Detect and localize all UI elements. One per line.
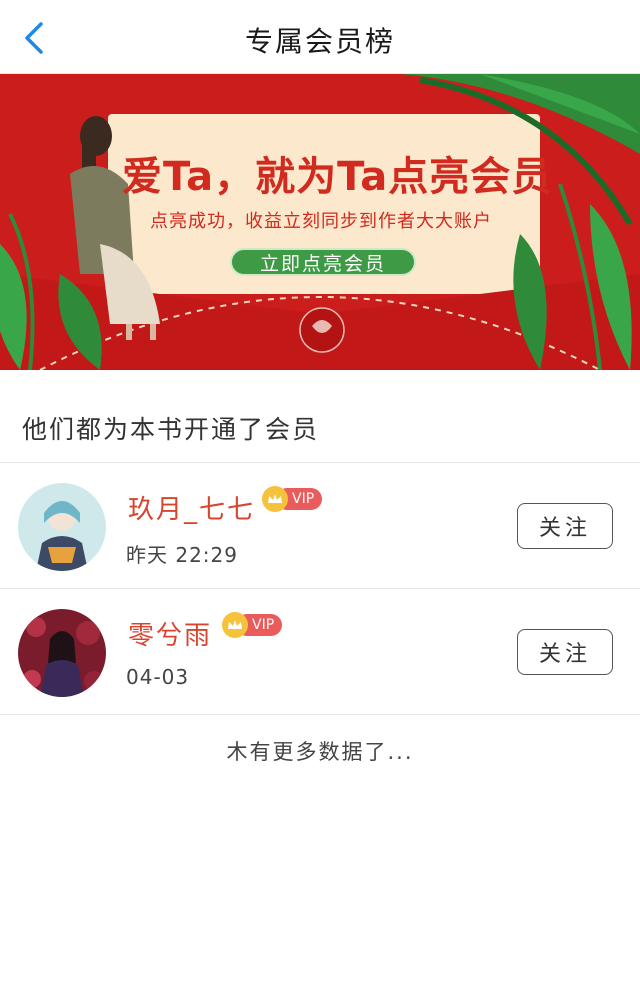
no-more-data-text: 木有更多数据了... (226, 740, 414, 764)
member-row[interactable]: 玖月_七七 VIP 昨天 22:29 关注 (0, 463, 640, 589)
avatar[interactable] (18, 483, 106, 571)
crown-icon (262, 486, 288, 512)
member-list: 玖月_七七 VIP 昨天 22:29 关注 零兮雨 VIP 04-03 关注 (0, 463, 640, 715)
member-name[interactable]: 零兮雨 (128, 615, 212, 652)
section-header: 他们都为本书开通了会员 (0, 370, 640, 463)
section-title: 他们都为本书开通了会员 (22, 415, 320, 444)
page-title: 专属会员榜 (244, 25, 395, 58)
follow-button[interactable]: 关注 (517, 503, 613, 549)
avatar-image (18, 483, 106, 571)
member-name[interactable]: 玖月_七七 (128, 489, 255, 526)
member-time: 04-03 (126, 665, 190, 689)
follow-button[interactable]: 关注 (517, 629, 613, 675)
member-time: 昨天 22:29 (126, 543, 238, 567)
avatar[interactable] (18, 609, 106, 697)
promo-banner[interactable]: 爱Ta，就为Ta点亮会员 点亮成功，收益立刻同步到作者大大账户 立即点亮会员 (0, 74, 640, 370)
banner-title: 爱Ta，就为Ta点亮会员 (122, 154, 553, 200)
crown-icon (222, 612, 248, 638)
light-up-membership-button[interactable]: 立即点亮会员 (230, 248, 416, 276)
avatar-image (18, 609, 106, 697)
top-nav-bar: 专属会员榜 (0, 0, 640, 74)
vip-badge: VIP (222, 612, 283, 638)
vip-badge: VIP (262, 486, 323, 512)
member-row[interactable]: 零兮雨 VIP 04-03 关注 (0, 589, 640, 715)
banner-subtitle: 点亮成功，收益立刻同步到作者大大账户 (150, 211, 492, 232)
